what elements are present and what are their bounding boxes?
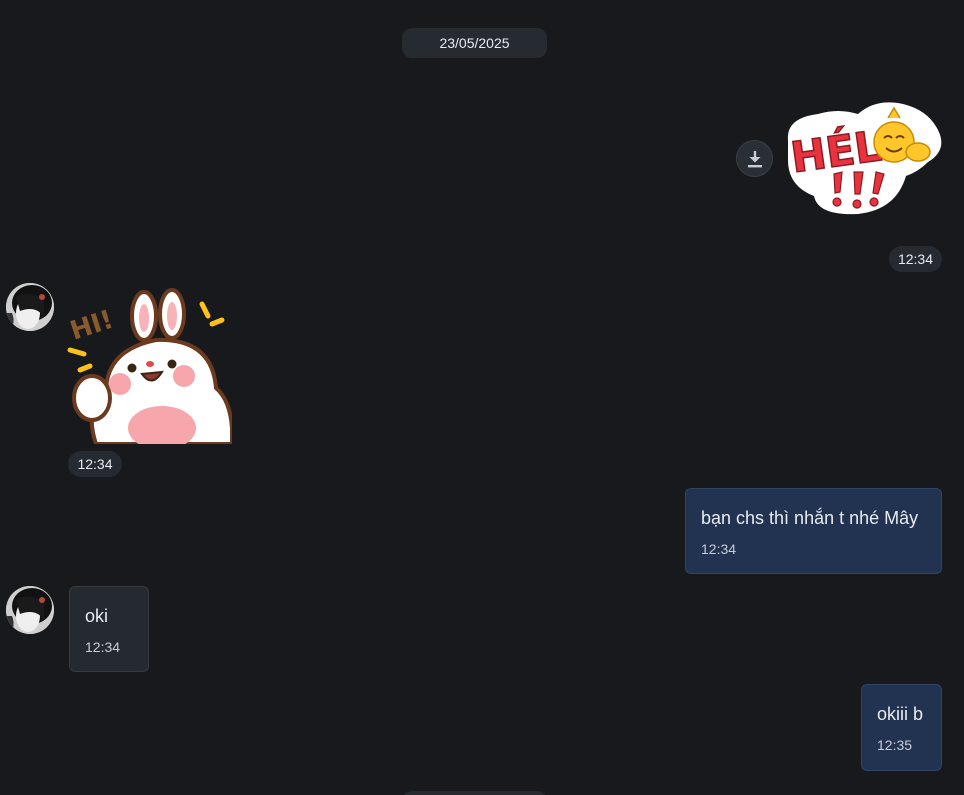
avatar-image <box>6 283 54 331</box>
outgoing-message-bubble[interactable]: bạn chs thì nhắn t nhé Mây 12:34 <box>685 488 942 574</box>
contact-avatar[interactable] <box>6 283 54 331</box>
date-separator-partial <box>402 791 547 795</box>
message-time: 12:34 <box>68 451 122 477</box>
message-time: 12:35 <box>877 737 913 753</box>
hello-sticker[interactable]: HÉL <box>778 100 946 218</box>
download-sticker-button[interactable] <box>736 140 773 177</box>
message-time: 12:34 <box>85 639 121 655</box>
message-text: bạn chs thì nhắn t nhé Mây <box>701 508 919 528</box>
download-icon <box>747 150 762 167</box>
chat-area: 23/05/2025 HÉL 12:34 HI! 12:34 bạn chs t… <box>0 0 964 795</box>
message-time: 12:34 <box>889 246 942 272</box>
bunny-hi-sticker-text: HI! <box>67 305 117 347</box>
bunny-hi-sticker[interactable]: HI! <box>66 288 232 444</box>
outgoing-message-bubble[interactable]: okiii b 12:35 <box>861 684 942 771</box>
incoming-message-bubble[interactable]: oki 12:34 <box>69 586 149 672</box>
avatar-image <box>6 586 54 634</box>
message-time: 12:34 <box>701 541 737 557</box>
date-separator: 23/05/2025 <box>402 28 547 58</box>
message-text: oki <box>85 606 109 626</box>
message-text: okiii b <box>877 704 924 724</box>
contact-avatar[interactable] <box>6 586 54 634</box>
